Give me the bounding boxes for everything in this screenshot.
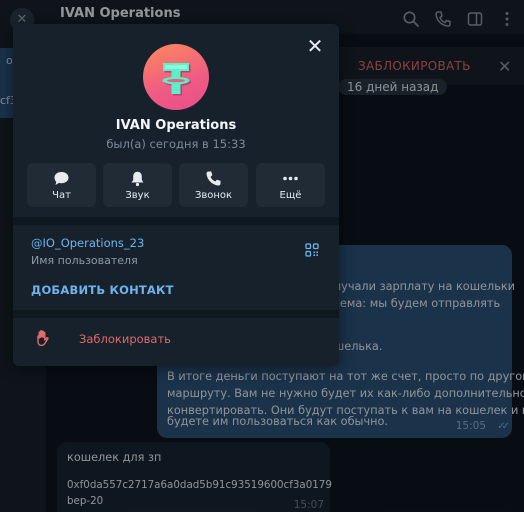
section-divider — [13, 217, 339, 225]
profile-actions: Чат Звук Звонок Ещё — [27, 163, 325, 207]
call-button[interactable]: Звонок — [179, 163, 248, 207]
qr-code-icon[interactable] — [305, 243, 319, 257]
username-caption: Имя пользователя — [31, 254, 138, 267]
section-divider — [13, 310, 339, 318]
profile-name: IVAN Operations — [115, 118, 237, 133]
call-button-label: Звонок — [194, 190, 233, 201]
more-button-label: Ещё — [279, 190, 302, 201]
chat-button-label: Чат — [52, 190, 71, 201]
chat-bubble-icon — [54, 172, 69, 185]
user-profile-card: ✕ IVAN Operations был(а) сегодня в 15:33… — [13, 24, 339, 366]
avatar[interactable] — [143, 44, 209, 110]
more-dots-icon — [283, 176, 298, 181]
more-button[interactable]: Ещё — [256, 163, 325, 207]
tether-logo-icon — [162, 63, 191, 96]
add-contact-button[interactable]: ДОБАВИТЬ КОНТАКТ — [31, 283, 174, 297]
last-seen-status: был(а) сегодня в 15:33 — [106, 137, 246, 151]
sound-button[interactable]: Звук — [103, 163, 172, 207]
username-link[interactable]: @IO_Operations_23 — [31, 236, 144, 250]
block-user-label: Заблокировать — [79, 332, 171, 346]
phone-icon — [206, 171, 221, 186]
bell-icon — [131, 171, 144, 187]
close-icon[interactable]: ✕ — [305, 36, 325, 56]
chat-button[interactable]: Чат — [27, 163, 96, 207]
stop-hand-icon — [37, 330, 49, 347]
block-user-button[interactable]: Заблокировать — [13, 318, 339, 366]
sound-button-label: Звук — [125, 190, 150, 201]
